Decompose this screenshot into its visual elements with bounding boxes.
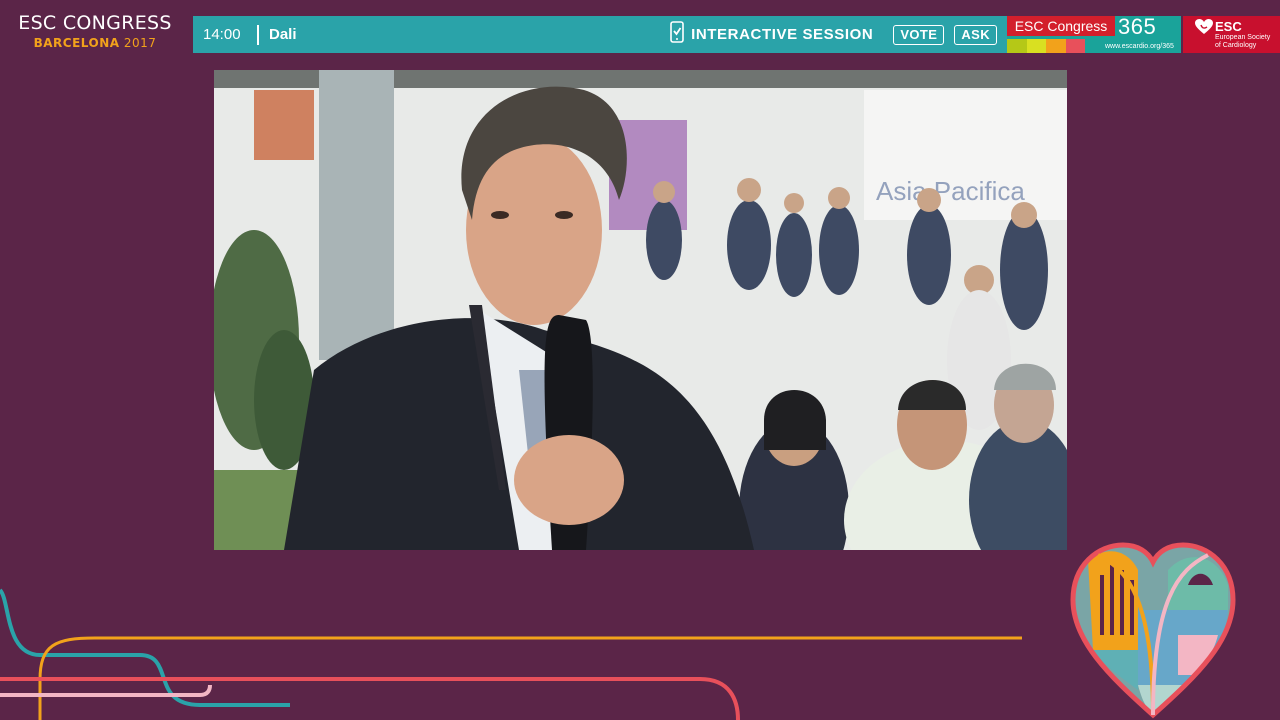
session-room: Dali [269, 26, 297, 43]
congress-365-label: ESC Congress [1007, 16, 1115, 36]
ask-button[interactable]: ASK [954, 24, 997, 45]
session-bar: 14:00 Dali INTERACTIVE SESSION VOTE ASK [193, 16, 1007, 53]
congress-location: BARCELONA 2017 [0, 36, 190, 50]
stripe-3 [1046, 39, 1066, 53]
svg-text:Asia Pacifica: Asia Pacifica [876, 176, 1025, 206]
congress-logo: ESC CONGRESS BARCELONA 2017 [0, 10, 190, 50]
congress-365-logo[interactable]: ESC Congress 365 www.escardio.org/365 [1007, 16, 1181, 53]
congress-365-url: www.escardio.org/365 [1105, 43, 1174, 50]
video-scene: Asia Pacifica [214, 70, 1067, 550]
congress-365-number: 365 [1118, 16, 1157, 39]
phone-check-icon [670, 21, 684, 48]
stripe-2 [1026, 39, 1047, 53]
video-feed[interactable]: Asia Pacifica [214, 70, 1067, 550]
congress-year: 2017 [123, 36, 157, 50]
stripe-5 [1085, 39, 1105, 53]
esc-heart-icon [1195, 19, 1213, 40]
stripe-1 [1007, 39, 1027, 53]
congress-365-stripes [1007, 39, 1105, 53]
stripe-4 [1065, 39, 1086, 53]
congress-city: BARCELONA [33, 36, 120, 50]
bar-divider [257, 24, 259, 45]
session-time: 14:00 [203, 26, 241, 43]
esc-name: ESC [1215, 19, 1242, 34]
decorative-lines [0, 588, 1022, 720]
esc-full-name: European Society of Cardiology [1215, 34, 1271, 49]
interactive-session-label: INTERACTIVE SESSION [691, 26, 874, 43]
congress-title: ESC CONGRESS [18, 12, 172, 34]
esc-logo: ESC European Society of Cardiology [1183, 16, 1280, 53]
heart-emblem [1070, 542, 1236, 719]
vote-button[interactable]: VOTE [893, 24, 945, 45]
